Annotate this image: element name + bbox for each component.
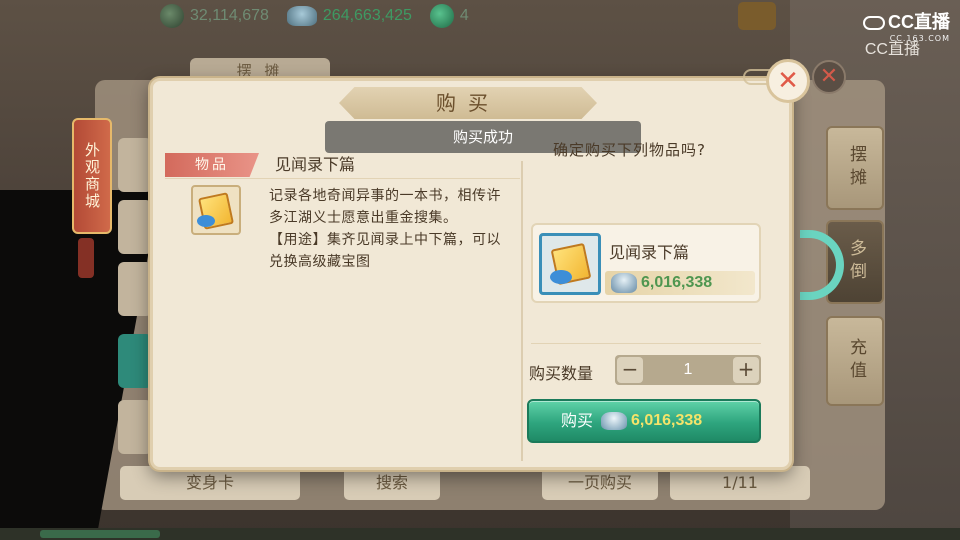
product-book-icon (539, 233, 601, 295)
bottom-page-indicator[interactable]: 1/11 (670, 466, 810, 500)
coin-amount: 32,114,678 (190, 7, 269, 24)
background-close-icon[interactable]: ✕ (812, 60, 846, 94)
right-tab-recharge[interactable]: 充值 (826, 316, 884, 406)
currency-bar: 32,114,678 264,663,425 4 (160, 0, 800, 32)
right-tab-stall[interactable]: 摆摊 (826, 126, 884, 210)
cc-live-watermark-2: CC直播 (864, 41, 920, 58)
item-book-icon (191, 185, 241, 235)
footer-exp-bar (40, 530, 160, 538)
category-slot-active[interactable] (118, 334, 152, 388)
cc-cloud-icon (863, 16, 885, 31)
ribbon-decoration (197, 215, 215, 227)
divider-line (165, 178, 520, 179)
bottom-page-buy-button[interactable]: 一页购买 (542, 466, 658, 500)
quantity-label: 购买数量 (529, 364, 594, 383)
product-card: 见闻录下篇 6,016,338 (531, 223, 761, 303)
confirm-question: 确定购买下列物品吗? (553, 141, 706, 159)
currency-silver: 264,663,425 (286, 6, 412, 26)
purchase-dialog: 购买 ✕ 购买成功 物品 见闻录下篇 记录各地奇闻异事的一本书，相传许多江湖义士… (150, 59, 810, 470)
coin-icon (160, 4, 184, 28)
item-description: 记录各地奇闻异事的一本书，相传许多江湖义士愿意出重金搜集。 【用途】集齐见闻录上… (269, 188, 501, 270)
item-tag: 物品 (165, 153, 259, 177)
currency-coin: 32,114,678 (160, 4, 269, 28)
top-menu-icon[interactable] (738, 2, 776, 30)
decrease-quantity-button[interactable]: − (617, 357, 643, 383)
silver-ingot-icon (611, 273, 637, 293)
watermark-brand: CC直播 (863, 8, 950, 34)
buy-button-price: 6,016,338 (631, 412, 703, 429)
product-price: 6,016,338 (605, 271, 755, 295)
bottom-item-filter[interactable]: 变身卡 (120, 466, 300, 500)
buy-button-label: 购买 (561, 411, 594, 430)
footer-strip (0, 528, 960, 540)
category-slot[interactable] (118, 262, 152, 316)
product-name: 见闻录下篇 (609, 243, 690, 262)
ribbon-decoration (550, 270, 572, 284)
category-slot[interactable] (118, 400, 152, 454)
close-icon: ✕ (777, 66, 799, 96)
jade-amount: 4 (459, 7, 469, 24)
quantity-stepper: − 1 + (615, 355, 761, 385)
currency-jade: 4 (429, 4, 469, 28)
tassel-decoration (78, 238, 94, 278)
item-name: 见闻录下篇 (275, 155, 356, 174)
category-slot[interactable] (118, 200, 152, 254)
pane-divider (521, 161, 523, 461)
jade-icon (429, 4, 454, 28)
close-button[interactable]: ✕ (766, 59, 810, 103)
quantity-value[interactable]: 1 (645, 355, 731, 385)
increase-quantity-button[interactable]: + (733, 357, 759, 383)
appearance-mall-tab[interactable]: 外观商城 (72, 118, 112, 234)
silver-ingot-icon (601, 412, 627, 430)
watermark-brand-text: CC直播 (888, 12, 950, 32)
category-slot[interactable] (118, 138, 152, 192)
silver-amount: 264,663,425 (322, 7, 412, 24)
bottom-search-button[interactable]: 搜索 (344, 466, 440, 500)
buy-button[interactable]: 购买 6,016,338 (527, 399, 761, 443)
divider-line (531, 343, 761, 344)
dialog-title: 购买 (436, 91, 500, 115)
silver-ingot-icon (286, 6, 317, 26)
product-price-value: 6,016,338 (641, 274, 713, 291)
